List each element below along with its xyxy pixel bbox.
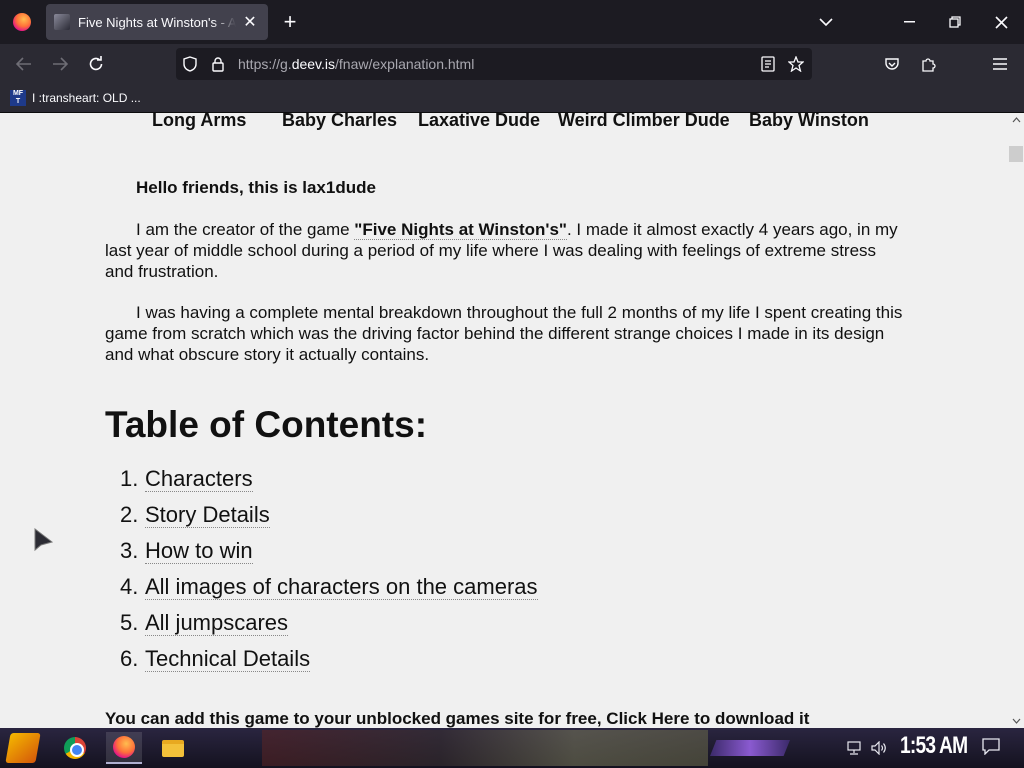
- firefox-taskbar-icon[interactable]: [106, 732, 142, 764]
- forward-arrow-icon[interactable]: [46, 50, 74, 78]
- download-notice: You can add this game to your unblocked …: [105, 709, 810, 728]
- tab-title: Five Nights at Winston's - An: [78, 14, 236, 30]
- file-explorer-taskbar-icon[interactable]: [155, 732, 191, 764]
- character-link[interactable]: Baby Winston: [749, 113, 869, 131]
- url-text[interactable]: https://g.deev.is/fnaw/explanation.html: [238, 56, 474, 72]
- chrome-taskbar-icon[interactable]: [57, 732, 93, 764]
- new-tab-button[interactable]: +: [278, 10, 302, 34]
- toc-link-story-details[interactable]: Story Details: [145, 502, 270, 528]
- reader-view-icon[interactable]: [754, 50, 782, 78]
- volume-icon[interactable]: [871, 738, 887, 758]
- bookmark-item[interactable]: I :transheart: OLD ...: [32, 91, 141, 105]
- toc-link-technical-details[interactable]: Technical Details: [145, 646, 311, 672]
- reload-icon[interactable]: [82, 50, 110, 78]
- restore-window-icon[interactable]: [932, 0, 978, 44]
- notification-center-icon[interactable]: [982, 738, 1002, 758]
- toc-item: 1. Characters: [120, 466, 253, 492]
- pocket-icon[interactable]: [878, 50, 906, 78]
- toc-item: 4. All images of characters on the camera…: [120, 574, 538, 600]
- browser-tab-active[interactable]: Five Nights at Winston's - An ✕: [46, 4, 268, 40]
- page-scrollbar[interactable]: [1008, 113, 1024, 728]
- character-link[interactable]: Long Arms: [152, 113, 246, 131]
- shield-icon[interactable]: [176, 50, 204, 78]
- taskbar: 1:53 AM: [0, 728, 1024, 768]
- network-icon[interactable]: [846, 738, 862, 758]
- bookmarks-toolbar: MF T I :transheart: OLD ...: [0, 84, 1024, 113]
- tab-close-icon[interactable]: ✕: [240, 12, 260, 32]
- game-title-link[interactable]: "Five Nights at Winston's": [354, 220, 567, 240]
- toc-item: 2. Story Details: [120, 502, 270, 528]
- toc-link-characters[interactable]: Characters: [145, 466, 253, 492]
- taskbar-wallpaper: [262, 730, 708, 766]
- scroll-up-arrow-icon[interactable]: [1008, 113, 1024, 127]
- extensions-icon[interactable]: [914, 50, 942, 78]
- character-link[interactable]: Baby Charles: [282, 113, 397, 131]
- scroll-down-arrow-icon[interactable]: [1008, 714, 1024, 728]
- toc-link-jumpscares[interactable]: All jumpscares: [145, 610, 289, 636]
- back-arrow-icon[interactable]: [10, 50, 38, 78]
- toc-item: 6. Technical Details: [120, 646, 311, 672]
- toc-list: 1. Characters 2. Story Details 3. How to wi…: [120, 464, 538, 680]
- greeting-heading: Hello friends, this is lax1dude: [136, 178, 376, 197]
- page-content: Long Arms Baby Charles Laxative Dude Wei…: [0, 113, 1008, 728]
- click-here-link[interactable]: Click Here: [606, 709, 689, 728]
- tab-favicon-icon: [54, 14, 70, 30]
- character-nav: Long Arms Baby Charles Laxative Dude Wei…: [0, 113, 1008, 134]
- character-link[interactable]: Laxative Dude: [418, 113, 540, 131]
- toc-heading: Table of Contents:: [105, 404, 428, 445]
- list-all-tabs-icon[interactable]: [812, 8, 840, 36]
- intro-paragraph: I am the creator of the game "Five Night…: [105, 220, 898, 281]
- breakdown-paragraph: I was having a complete mental breakdown…: [105, 303, 903, 364]
- taskbar-decoration: [710, 740, 790, 756]
- navigation-toolbar: https://g.deev.is/fnaw/explanation.html: [0, 44, 1024, 84]
- firefox-menu-icon[interactable]: [0, 0, 44, 44]
- scrollbar-thumb[interactable]: [1009, 146, 1023, 162]
- toc-link-how-to-win[interactable]: How to win: [145, 538, 253, 564]
- toc-item: 3. How to win: [120, 538, 253, 564]
- taskbar-clock[interactable]: 1:53 AM: [900, 732, 968, 760]
- lock-icon[interactable]: [204, 50, 232, 78]
- bookmark-star-icon[interactable]: [782, 50, 810, 78]
- hamburger-menu-icon[interactable]: [986, 50, 1014, 78]
- start-button[interactable]: [5, 733, 41, 763]
- bookmark-favicon-icon: MF T: [10, 90, 26, 106]
- minimize-window-icon[interactable]: [886, 0, 932, 44]
- toc-link-camera-images[interactable]: All images of characters on the cameras: [145, 574, 538, 600]
- address-bar[interactable]: https://g.deev.is/fnaw/explanation.html: [176, 48, 812, 80]
- toc-item: 5. All jumpscares: [120, 610, 289, 636]
- close-window-icon[interactable]: [978, 0, 1024, 44]
- character-link[interactable]: Weird Climber Dude: [558, 113, 730, 131]
- tab-bar: Five Nights at Winston's - An ✕ +: [0, 0, 1024, 44]
